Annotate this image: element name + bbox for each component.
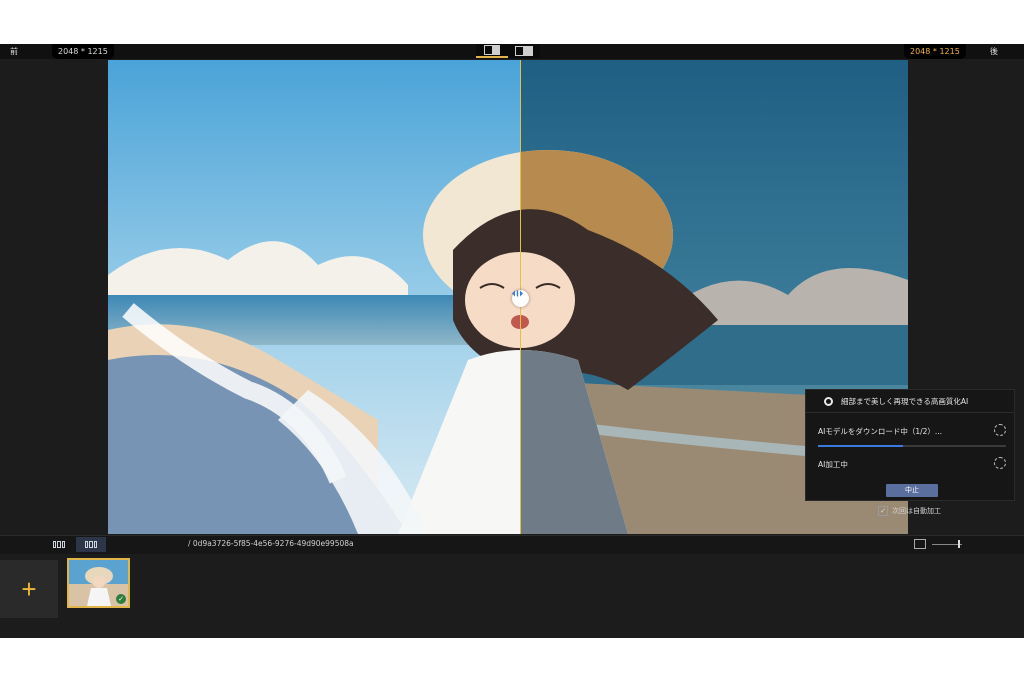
enhanced-dimensions: 2048 * 1215 (904, 44, 966, 59)
processing-step: AI加工中 (818, 457, 1006, 470)
anime-girl-beach-image (108, 60, 908, 534)
panel-header: 細部まで美しく再現できる高画質化AI (806, 390, 1014, 413)
filmstrip-view-button[interactable] (76, 537, 106, 552)
slider-track[interactable] (932, 539, 962, 548)
panel-title: 細部まで美しく再現できる高画質化AI (841, 396, 969, 406)
bottom-toolbar: / 0d9a3726-5f85-4e56-9276-49d90e99508a (0, 535, 1024, 554)
loading-spinner-icon (994, 457, 1006, 469)
view-mode-toggle (476, 44, 540, 58)
thumbnail-size-slider[interactable] (914, 539, 962, 549)
dual-pane-icon (515, 46, 533, 56)
file-path: / 0d9a3726-5f85-4e56-9276-49d90e99508a (188, 539, 354, 548)
comparison-viewer[interactable] (108, 60, 908, 534)
grid-view-button[interactable] (44, 537, 74, 552)
completed-check-icon: ✓ (116, 594, 126, 604)
image-icon (914, 539, 926, 549)
add-image-button[interactable]: + (0, 560, 58, 618)
side-by-side-mode-button[interactable] (476, 44, 508, 58)
auto-process-checkbox[interactable]: ✓ (878, 506, 888, 516)
download-step-label: AIモデルをダウンロード中（1/2）... (818, 427, 943, 436)
before-label: 前 (10, 47, 18, 56)
divider-drag-handle[interactable] (512, 290, 529, 307)
half-split-icon (484, 45, 500, 55)
auto-process-label: 次回は自動加工 (892, 507, 941, 515)
filmstrip-icon (85, 541, 97, 548)
after-label: 後 (990, 47, 998, 56)
slider-knob[interactable] (958, 539, 960, 548)
drag-arrows-icon (512, 290, 523, 297)
thumbnail-tray: + ✓ (0, 554, 1024, 638)
download-progress-bar (818, 445, 1006, 447)
download-step: AIモデルをダウンロード中（1/2）... (818, 424, 1006, 437)
top-bar: 前 2048 * 1215 2048 * 1215 後 (0, 44, 1024, 59)
original-dimensions: 2048 * 1215 (52, 44, 114, 59)
stop-button[interactable]: 中止 (886, 484, 938, 497)
app-window: 前 2048 * 1215 2048 * 1215 後 細部まで美しく再現できる… (0, 44, 1024, 638)
download-progress-fill (818, 445, 903, 447)
processing-step-label: AI加工中 (818, 460, 848, 469)
loading-spinner-icon (994, 424, 1006, 436)
grid-icon (53, 541, 65, 548)
image-thumbnail[interactable]: ✓ (67, 558, 130, 608)
aperture-icon (824, 396, 833, 406)
auto-process-option[interactable]: ✓ 次回は自動加工 (878, 506, 941, 516)
ai-progress-panel: 細部まで美しく再現できる高画質化AI AIモデルをダウンロード中（1/2）...… (805, 389, 1015, 501)
dual-view-mode-button[interactable] (508, 44, 540, 58)
